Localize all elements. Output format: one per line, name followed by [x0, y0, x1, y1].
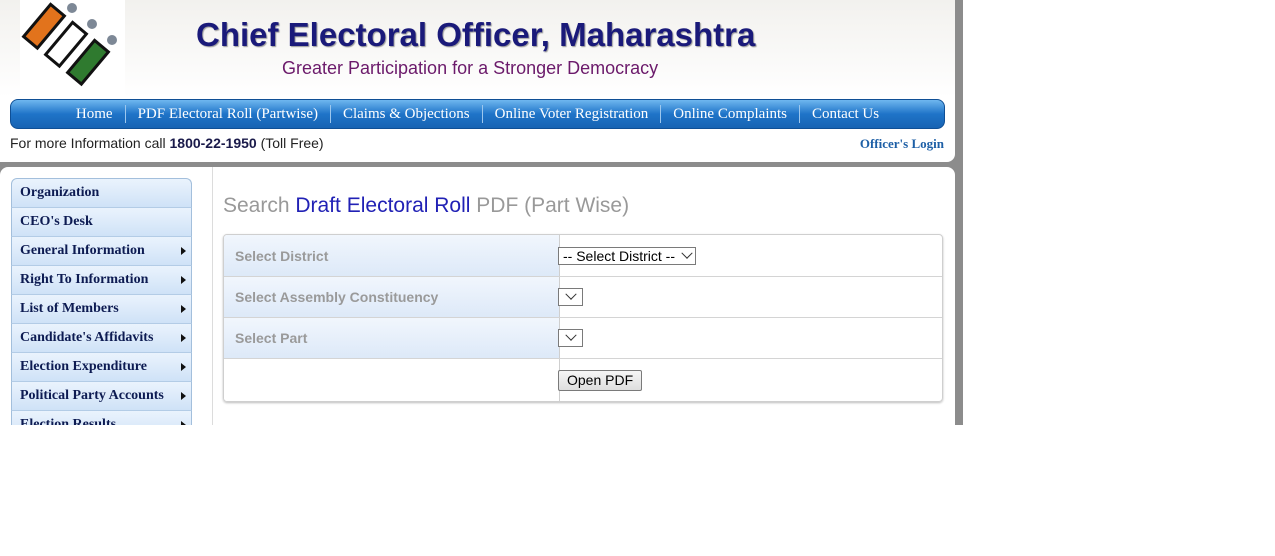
district-select[interactable]: -- Select District --: [558, 246, 696, 265]
action-label-cell: [224, 359, 560, 401]
assembly-select[interactable]: [558, 288, 583, 306]
submenu-arrow-icon: [181, 421, 186, 425]
sidebar-item-label: List of Members: [20, 301, 119, 316]
helpline-suffix: (Toll Free): [256, 135, 324, 151]
submenu-arrow-icon: [181, 334, 186, 342]
assembly-cell: [549, 277, 942, 317]
sidebar-item-label: CEO's Desk: [20, 214, 93, 229]
part-row: Select Part: [224, 318, 942, 359]
helpline-info: For more Information call 1800-22-1950 (…: [10, 135, 324, 151]
site-title: Chief Electoral Officer, Maharashtra: [196, 16, 756, 53]
column-divider: [212, 167, 213, 425]
page-shell: Chief Electoral Officer, Maharashtra Gre…: [0, 0, 963, 425]
assembly-row: Select Assembly Constituency: [224, 277, 942, 318]
nav-claims-objections[interactable]: Claims & Objections: [331, 106, 482, 123]
sidebar-item-candidates-affidavits[interactable]: Candidate's Affidavits: [11, 324, 192, 353]
district-select-value: -- Select District --: [563, 247, 675, 264]
chevron-down-icon: [564, 288, 577, 300]
title-highlight: Draft Electoral Roll: [295, 194, 471, 217]
main-nav: Home PDF Electoral Roll (Partwise) Claim…: [10, 99, 945, 129]
nav-pdf-electoral-roll[interactable]: PDF Electoral Roll (Partwise): [126, 106, 330, 123]
chevron-down-icon: [681, 247, 693, 259]
nav-online-voter-registration[interactable]: Online Voter Registration: [483, 106, 661, 123]
title-part-1: Search: [223, 194, 296, 217]
part-select[interactable]: [558, 329, 583, 347]
sidebar-item-organization[interactable]: Organization: [11, 178, 192, 208]
submenu-arrow-icon: [181, 247, 186, 255]
part-label: Select Part: [224, 318, 560, 358]
submenu-arrow-icon: [181, 276, 186, 284]
sidebar-item-label: Organization: [20, 185, 100, 200]
sidebar-item-label: General Information: [20, 243, 145, 258]
helpline-number: 1800-22-1950: [169, 135, 257, 151]
nav-home[interactable]: Home: [64, 106, 125, 123]
open-pdf-button[interactable]: Open PDF: [558, 369, 643, 391]
officer-login-link[interactable]: Officer's Login: [860, 136, 944, 152]
district-row: Select District -- Select District --: [224, 235, 942, 277]
title-part-2: PDF (Part Wise): [470, 194, 630, 217]
eci-logo[interactable]: [20, 0, 125, 98]
sidebar-item-election-results[interactable]: Election Results: [11, 411, 192, 425]
sidebar-item-label: Candidate's Affidavits: [20, 330, 154, 345]
sidebar-item-ceos-desk[interactable]: CEO's Desk: [11, 208, 192, 237]
district-cell: -- Select District --: [549, 235, 942, 276]
helpline-prefix: For more Information call: [10, 135, 170, 151]
sidebar-item-right-to-information[interactable]: Right To Information: [11, 266, 192, 295]
district-label: Select District: [224, 235, 560, 276]
search-form: Select District -- Select District -- Se…: [223, 234, 943, 402]
submenu-arrow-icon: [181, 392, 186, 400]
submenu-arrow-icon: [181, 305, 186, 313]
site-header: Chief Electoral Officer, Maharashtra Gre…: [0, 0, 955, 162]
submenu-arrow-icon: [181, 363, 186, 371]
sidebar-item-label: Political Party Accounts: [20, 388, 164, 403]
sidebar-item-list-of-members[interactable]: List of Members: [11, 295, 192, 324]
assembly-label: Select Assembly Constituency: [224, 277, 560, 317]
sidebar-menu: Organization CEO's Desk General Informat…: [11, 178, 192, 425]
sidebar-item-political-party-accounts[interactable]: Political Party Accounts: [11, 382, 192, 411]
nav-contact-us[interactable]: Contact Us: [800, 106, 891, 123]
sidebar-item-general-information[interactable]: General Information: [11, 237, 192, 266]
chevron-down-icon: [564, 329, 577, 341]
sidebar-item-label: Right To Information: [20, 272, 149, 287]
site-tagline: Greater Participation for a Stronger Dem…: [282, 58, 659, 78]
sidebar-item-election-expenditure[interactable]: Election Expenditure: [11, 353, 192, 382]
action-cell: Open PDF: [549, 359, 942, 401]
part-cell: [549, 318, 942, 358]
action-row: Open PDF: [224, 359, 942, 401]
page-title: Search Draft Electoral Roll PDF (Part Wi…: [223, 194, 629, 218]
sidebar-item-label: Election Expenditure: [20, 359, 147, 374]
sidebar-item-label: Election Results: [20, 417, 117, 425]
nav-online-complaints[interactable]: Online Complaints: [661, 106, 799, 123]
main-content: Organization CEO's Desk General Informat…: [0, 167, 955, 425]
